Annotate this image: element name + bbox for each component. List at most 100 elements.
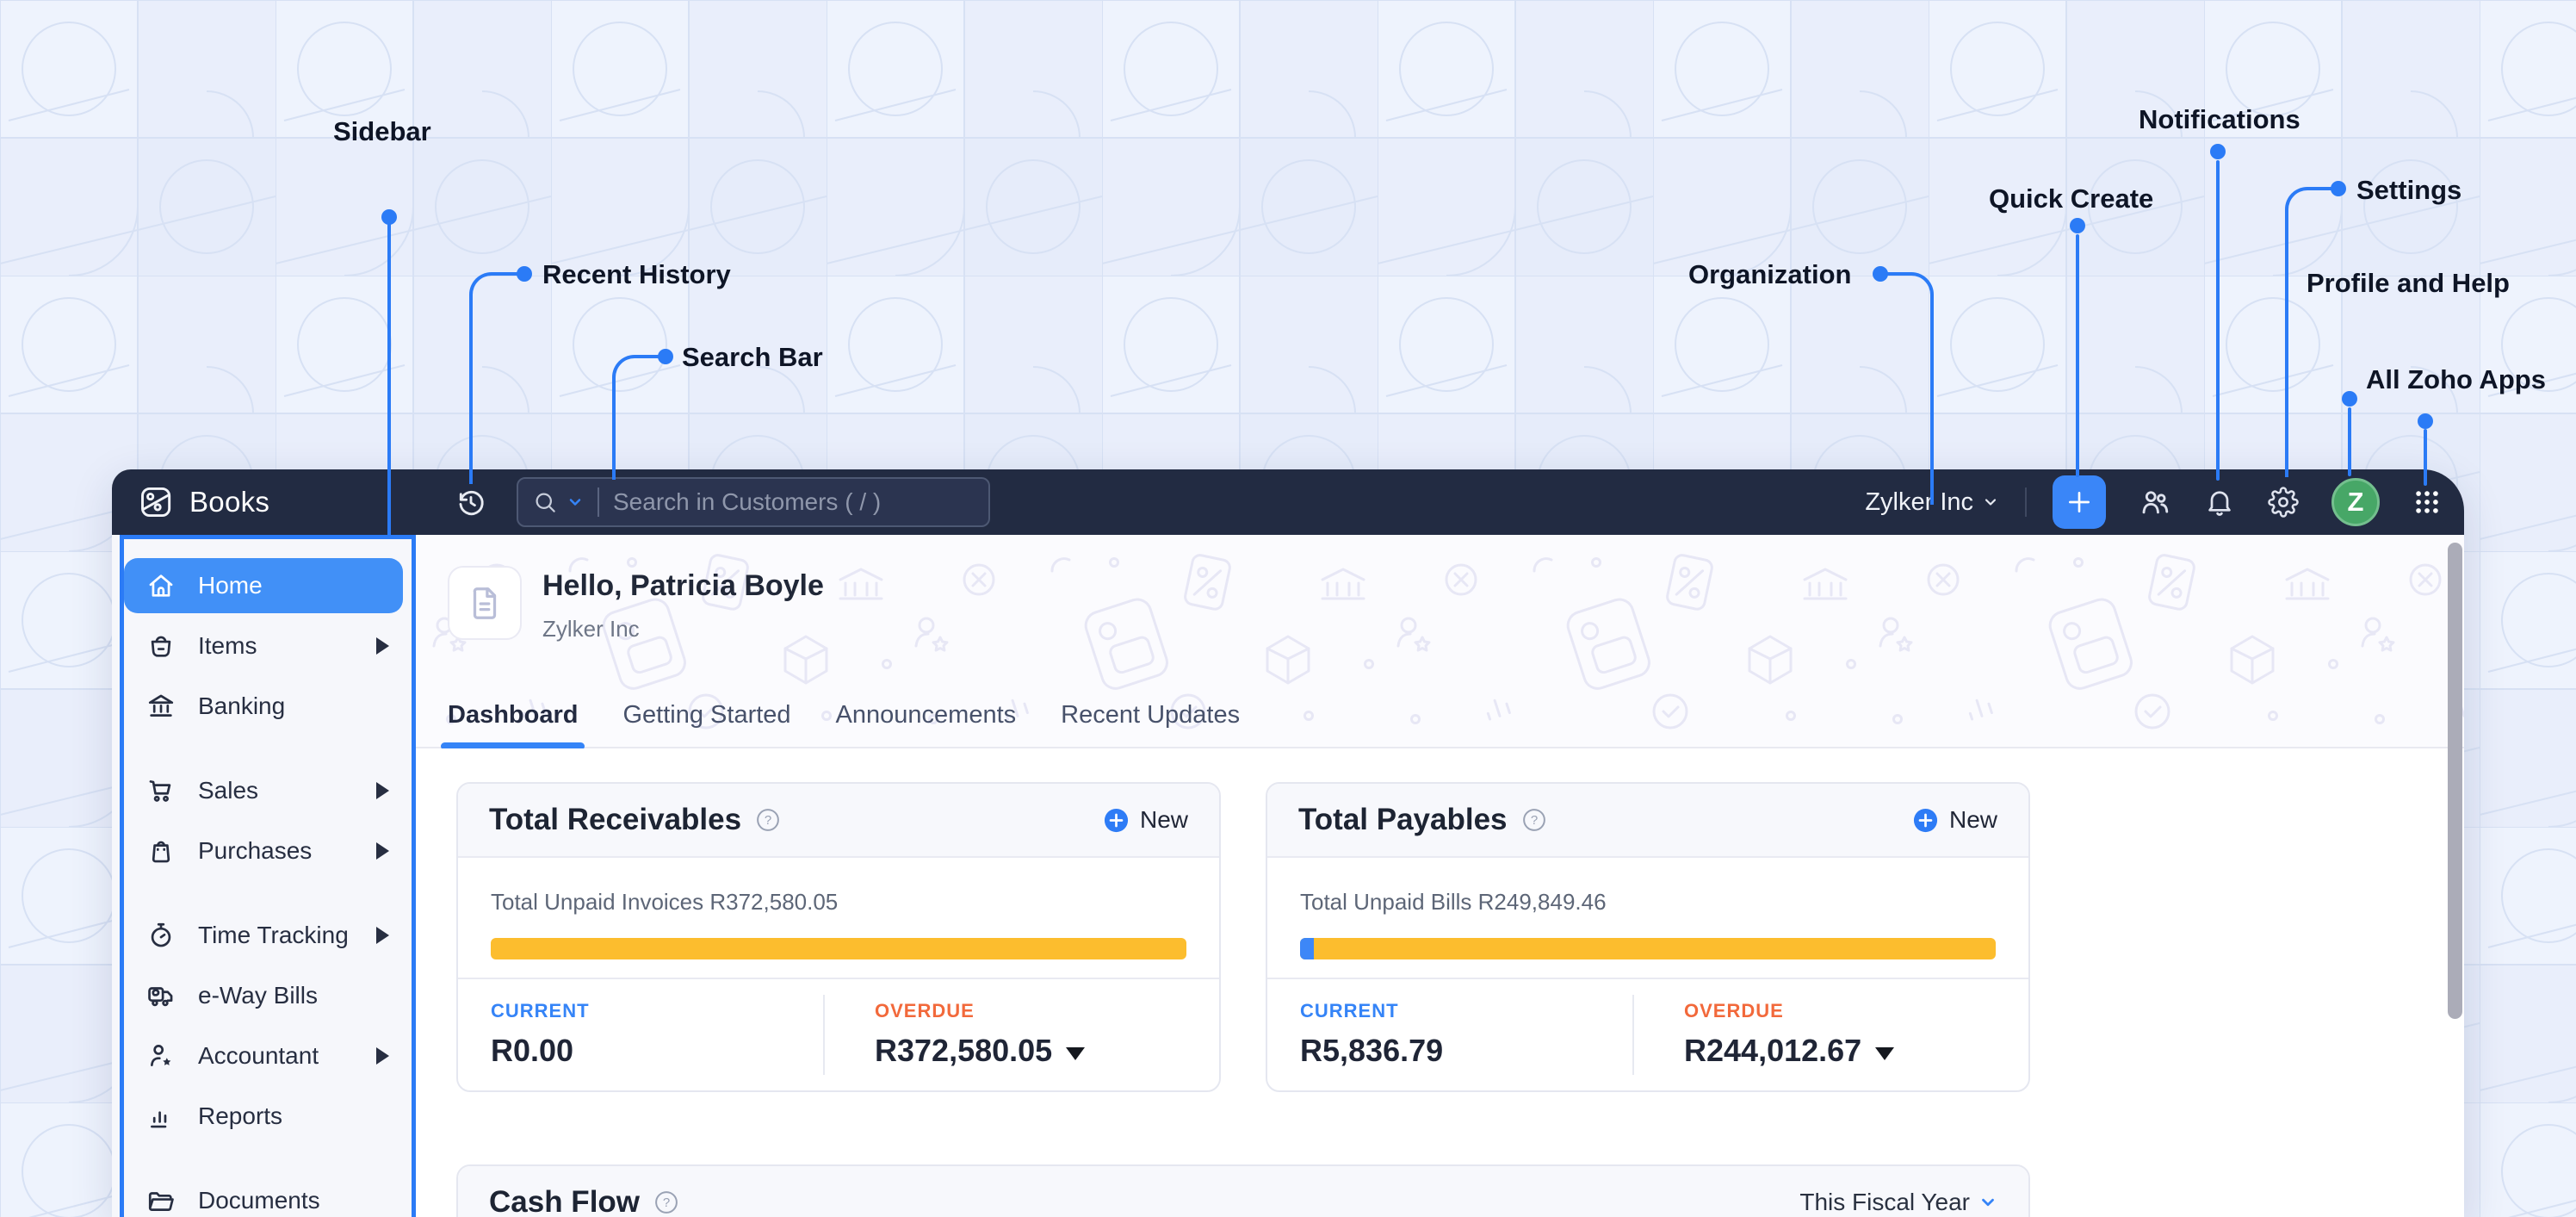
sidebar-item-home[interactable]: Home (124, 558, 403, 613)
dashboard-body: Total Receivables ? New Total Unpaid Inv… (415, 748, 2464, 1217)
bank-icon (146, 692, 176, 721)
folder-icon (146, 1186, 176, 1215)
overdue-label: OVERDUE (875, 1000, 975, 1021)
chevron-down-icon (1982, 1198, 1994, 1207)
submenu-arrow-icon (376, 842, 389, 860)
tab-dashboard[interactable]: Dashboard (441, 701, 585, 750)
new-invoice-button[interactable]: New (1103, 806, 1188, 834)
notifications-button[interactable] (2204, 487, 2235, 518)
fiscal-year-selector[interactable]: This Fiscal Year (1799, 1189, 1997, 1216)
greeting-title: Hello, Patricia Boyle (542, 569, 824, 602)
card-footer: CURRENT R0.00 OVERDUE R372,580.05 (458, 978, 1219, 1090)
current-segment (1300, 938, 1315, 959)
search-icon (536, 493, 555, 512)
new-bill-button[interactable]: New (1912, 806, 1997, 834)
search-input[interactable]: Search in Customers ( / ) (517, 477, 990, 527)
help-icon[interactable]: ? (1521, 807, 1547, 833)
card-header: Cash Flow ? This Fiscal Year (458, 1166, 2028, 1217)
current-amount: R0.00 (491, 1033, 574, 1068)
home-icon (146, 571, 176, 600)
submenu-arrow-icon (376, 637, 389, 655)
card-title: Total Payables (1298, 803, 1508, 836)
submenu-arrow-icon (376, 927, 389, 944)
quick-create-button[interactable] (2053, 475, 2106, 529)
receivables-progress-bar (491, 938, 1186, 959)
avatar-letter: Z (2347, 487, 2364, 517)
accountant-icon (146, 1041, 176, 1071)
submenu-arrow-icon (376, 1047, 389, 1065)
bag-icon (146, 836, 176, 866)
apps-grid-icon (2416, 491, 2438, 513)
dashboard-tabs: Dashboard Getting Started Announcements … (441, 701, 1240, 750)
items-icon (146, 631, 176, 661)
tab-getting-started[interactable]: Getting Started (622, 701, 790, 747)
app-window: Books Search in Customers ( / ) Zylker I… (112, 469, 2464, 1217)
card-footer: CURRENT R5,836.79 OVERDUE R244,012.67 (1267, 978, 2028, 1090)
cart-icon (146, 776, 176, 805)
settings-button[interactable] (2268, 487, 2299, 518)
sidebar-item-banking[interactable]: Banking (112, 676, 415, 736)
sidebar-item-sales[interactable]: Sales (112, 761, 415, 821)
search-scope-chevron-icon[interactable] (567, 494, 584, 511)
plus-circle-icon (1913, 808, 1938, 832)
total-receivables-card: Total Receivables ? New Total Unpaid Inv… (456, 782, 1221, 1092)
document-icon (473, 587, 497, 619)
recent-history-button[interactable] (455, 486, 487, 518)
unpaid-summary: Total Unpaid Bills R249,849.46 (1300, 889, 1607, 915)
brand[interactable]: Books (138, 469, 269, 535)
tab-announcements[interactable]: Announcements (836, 701, 1017, 747)
bell-icon (2208, 491, 2231, 516)
submenu-arrow-icon (376, 782, 389, 799)
sidebar-item-purchases[interactable]: Purchases (112, 821, 415, 881)
cash-flow-card: Cash Flow ? This Fiscal Year (456, 1164, 2030, 1217)
stopwatch-icon (146, 921, 176, 950)
sidebar-item-time-tracking[interactable]: Time Tracking (112, 905, 415, 966)
unpaid-summary: Total Unpaid Invoices R372,580.05 (491, 889, 839, 915)
overdue-label: OVERDUE (1684, 1000, 1784, 1021)
overdue-amount-dropdown[interactable]: R244,012.67 (1684, 1033, 1895, 1069)
total-payables-card: Total Payables ? New Total Unpaid Bills … (1266, 782, 2030, 1092)
sidebar-item-documents[interactable]: Documents (112, 1170, 415, 1217)
card-title: Cash Flow (489, 1185, 641, 1217)
tab-recent-updates[interactable]: Recent Updates (1061, 701, 1240, 747)
welcome-band: Hello, Patricia Boyle Zylker Inc Dashboa… (415, 535, 2464, 750)
users-button[interactable] (2139, 486, 2171, 518)
dropdown-caret-icon (1875, 1046, 1895, 1060)
card-header: Total Receivables ? New (458, 784, 1219, 858)
sidebar-item-items[interactable]: Items (112, 616, 415, 676)
overdue-amount-dropdown[interactable]: R372,580.05 (875, 1033, 1086, 1069)
navbar-divider (2025, 487, 2027, 517)
truck-icon (146, 981, 176, 1010)
bar-chart-icon (146, 1102, 176, 1131)
chevron-down-icon (1985, 499, 1997, 506)
svg-text:?: ? (1530, 813, 1537, 828)
svg-text:?: ? (663, 1195, 670, 1210)
dropdown-caret-icon (1066, 1046, 1086, 1060)
sidebar-item-accountant[interactable]: Accountant (112, 1026, 415, 1086)
top-navbar: Books Search in Customers ( / ) Zylker I… (112, 469, 2464, 535)
profile-avatar[interactable]: Z (2331, 478, 2380, 526)
organization-logo-tile (448, 566, 522, 640)
sidebar-item-eway-bills[interactable]: e-Way Bills (112, 966, 415, 1026)
card-title: Total Receivables (489, 803, 742, 836)
svg-text:?: ? (765, 813, 771, 828)
organization-name: Zylker Inc (1865, 487, 1973, 516)
help-icon[interactable]: ? (755, 807, 781, 833)
payables-progress-bar (1300, 938, 1996, 959)
organization-switcher[interactable]: Zylker Inc (1865, 488, 1999, 517)
current-label: CURRENT (491, 1000, 590, 1021)
scrollbar-thumb[interactable] (2448, 543, 2462, 1019)
navbar-right-cluster: Zylker Inc Z (1865, 469, 2442, 535)
help-icon[interactable]: ? (653, 1189, 679, 1215)
sidebar-item-reports[interactable]: Reports (112, 1086, 415, 1146)
zoho-books-logo-icon (138, 483, 176, 521)
brand-name: Books (189, 486, 270, 518)
plus-circle-icon (1104, 808, 1129, 832)
users-icon (2142, 491, 2169, 514)
sidebar: Home Items Banking Sales Purchases Time … (112, 535, 416, 1217)
greeting-org: Zylker Inc (542, 616, 640, 642)
plus-icon (2069, 492, 2090, 512)
search-placeholder: Search in Customers ( / ) (613, 488, 882, 515)
all-zoho-apps-button[interactable] (2412, 487, 2442, 517)
main-content: Hello, Patricia Boyle Zylker Inc Dashboa… (415, 535, 2464, 1217)
